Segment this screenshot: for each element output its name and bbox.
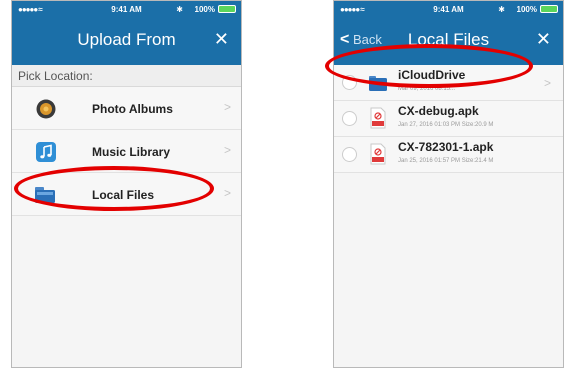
file-row-icloud-drive[interactable]: iCloudDrive Mar 09, 2016 08:15... > (334, 65, 563, 101)
local-files-screen: ●●●●● ≈ 9:41 AM ✱ 100% < Back Local File… (333, 0, 564, 368)
nav-bar: Upload From ✕ (12, 20, 241, 65)
file-name: iCloudDrive (398, 68, 466, 82)
close-icon[interactable]: ✕ (214, 29, 229, 49)
status-bar: ●●●●● ≈ 9:41 AM ✱ 100% (334, 1, 563, 20)
music-library-icon (36, 142, 56, 162)
file-meta: Mar 09, 2016 08:15... (398, 86, 456, 92)
select-radio[interactable] (342, 147, 357, 162)
photo-albums-icon (36, 99, 56, 119)
section-label: Pick Location: (12, 65, 241, 87)
bluetooth-icon: ✱ (498, 5, 505, 14)
battery-icon (540, 5, 558, 13)
location-label: Local Files (92, 188, 155, 202)
location-photo-albums[interactable]: Photo Albums > (12, 87, 241, 130)
file-list: iCloudDrive Mar 09, 2016 08:15... > CX-d… (334, 65, 563, 367)
file-meta: Jan 25, 2016 01:57 PM Size:21.4 M (398, 158, 494, 164)
file-meta: Jan 27, 2016 01:03 PM Size:20.9 M (398, 122, 494, 128)
page-title: Local Files (407, 30, 490, 49)
chevron-right-icon: > (543, 76, 551, 90)
location-label: Music Library (92, 145, 171, 159)
status-bar: ●●●●● ≈ 9:41 AM ✱ 100% (12, 1, 241, 20)
chevron-right-icon: > (223, 143, 231, 157)
select-radio[interactable] (342, 75, 357, 90)
location-music-library[interactable]: Music Library > (12, 130, 241, 173)
select-radio[interactable] (342, 111, 357, 126)
battery-icon (218, 5, 236, 13)
apk-file-icon (370, 143, 386, 165)
battery-percent: 100% (194, 5, 215, 14)
battery-percent: 100% (516, 5, 537, 14)
page-title: Upload From (77, 30, 176, 49)
chevron-right-icon: > (223, 100, 231, 114)
close-icon[interactable]: ✕ (536, 29, 551, 49)
chevron-right-icon: > (223, 186, 231, 200)
header: ●●●●● ≈ 9:41 AM ✱ 100% Upload From ✕ (12, 1, 241, 65)
location-local-files[interactable]: Local Files > (12, 173, 241, 216)
file-name: CX-782301-1.apk (398, 140, 494, 154)
upload-from-screen: ●●●●● ≈ 9:41 AM ✱ 100% Upload From ✕ Pic… (11, 0, 242, 368)
location-list: Pick Location: Photo Albums > Music Libr… (12, 65, 241, 367)
local-files-icon (35, 187, 55, 203)
bluetooth-icon: ✱ (176, 5, 183, 14)
header: ●●●●● ≈ 9:41 AM ✱ 100% < Back Local File… (334, 1, 563, 65)
file-row-cx-debug[interactable]: CX-debug.apk Jan 27, 2016 01:03 PM Size:… (334, 101, 563, 137)
file-name: CX-debug.apk (398, 104, 479, 118)
apk-file-icon (370, 107, 386, 129)
file-row-cx-782301[interactable]: CX-782301-1.apk Jan 25, 2016 01:57 PM Si… (334, 137, 563, 173)
folder-icon (369, 76, 387, 91)
location-label: Photo Albums (92, 102, 173, 116)
nav-bar: < Back Local Files ✕ (334, 20, 563, 65)
